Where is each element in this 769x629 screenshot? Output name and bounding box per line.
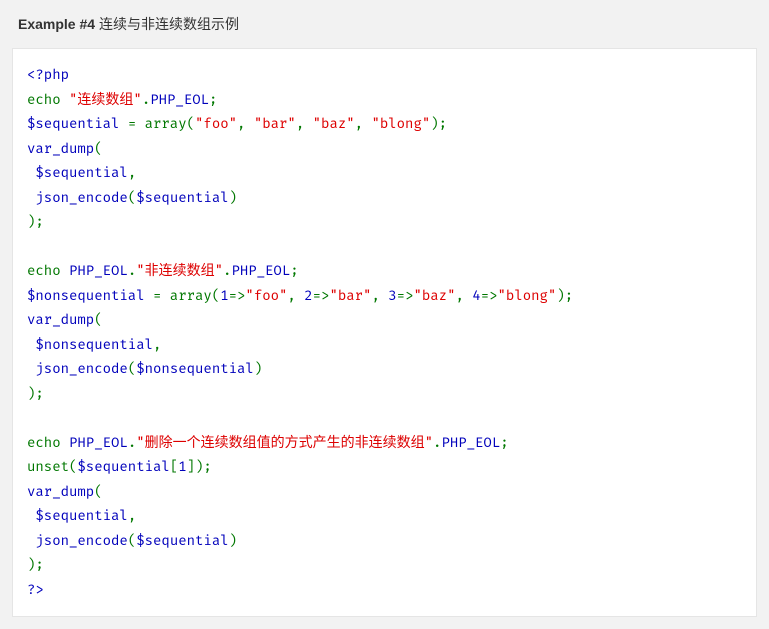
code-token: PHP_EOL: [441, 434, 500, 451]
code-token: .: [128, 262, 136, 279]
example-title: 连续与非连续数组示例: [99, 16, 239, 32]
code-token: var_dump: [27, 483, 94, 500]
code-token: (: [128, 532, 136, 549]
code-token: <?php: [27, 66, 69, 83]
code-token: PHP_EOL: [150, 91, 209, 108]
code-token: 1: [178, 458, 186, 475]
code-token: json_encode: [27, 532, 128, 549]
code-token: (: [128, 360, 136, 377]
code-token: .: [128, 434, 136, 451]
code-token: ,: [355, 115, 372, 132]
code-token: var_dump: [27, 311, 94, 328]
code-token: (: [94, 483, 102, 500]
code-token: $sequential: [27, 115, 128, 132]
code-token: "baz": [413, 287, 455, 304]
code-token: ,: [237, 115, 254, 132]
code-token: "bar": [254, 115, 296, 132]
code-token: var_dump: [27, 140, 94, 157]
code-token: $sequential: [27, 507, 128, 524]
code-token: ]);: [187, 458, 212, 475]
code-token: ;: [290, 262, 298, 279]
code-token: ): [254, 360, 262, 377]
code-token: "删除一个连续数组值的方式产生的非连续数组": [136, 434, 433, 451]
code-token: PHP_EOL: [69, 434, 128, 451]
code-token: ,: [455, 287, 472, 304]
code-token: );: [27, 556, 44, 573]
code-token: ;: [500, 434, 508, 451]
code-token: $sequential: [136, 532, 228, 549]
code-token: $sequential: [77, 458, 169, 475]
example-label: Example #4: [18, 16, 95, 32]
code-token: =>: [313, 287, 330, 304]
code-token: $sequential: [136, 189, 228, 206]
code-token: 1: [220, 287, 228, 304]
code-token: ?>: [27, 581, 44, 598]
code-token: 2: [304, 287, 312, 304]
code-token: $nonsequential: [27, 336, 153, 353]
code-token: .: [142, 91, 150, 108]
code-token: "bar": [329, 287, 371, 304]
code-token: $nonsequential: [136, 360, 254, 377]
code-token: "连续数组": [69, 91, 142, 108]
code-token: );: [27, 385, 44, 402]
code-token: $sequential: [27, 164, 128, 181]
code-token: (: [94, 311, 102, 328]
code-token: ,: [371, 287, 388, 304]
code-token: echo: [27, 434, 69, 451]
code-token: unset(: [27, 458, 77, 475]
code-token: echo: [27, 91, 69, 108]
code-block: <?php echo "连续数组".PHP_EOL; $sequential =…: [12, 48, 757, 617]
code-token: 3: [388, 287, 396, 304]
code-token: );: [430, 115, 447, 132]
code-token: ,: [128, 164, 136, 181]
php-code: <?php echo "连续数组".PHP_EOL; $sequential =…: [27, 63, 742, 602]
code-token: ,: [296, 115, 313, 132]
code-token: );: [27, 213, 44, 230]
code-token: echo: [27, 262, 69, 279]
code-token: $nonsequential: [27, 287, 153, 304]
code-token: );: [556, 287, 573, 304]
code-token: (: [94, 140, 102, 157]
code-token: =>: [229, 287, 246, 304]
code-token: ): [229, 532, 237, 549]
code-token: (: [128, 189, 136, 206]
code-token: "foo": [245, 287, 287, 304]
code-token: [: [170, 458, 178, 475]
example-header: Example #4 连续与非连续数组示例: [0, 0, 769, 48]
code-token: json_encode: [27, 360, 128, 377]
code-token: =>: [481, 287, 498, 304]
code-token: json_encode: [27, 189, 128, 206]
code-token: "baz": [313, 115, 355, 132]
code-token: ,: [153, 336, 161, 353]
code-token: PHP_EOL: [69, 262, 128, 279]
example-title-text: 连续与非连续数组示例: [99, 16, 239, 32]
code-token: "blong": [371, 115, 430, 132]
code-token: "blong": [498, 287, 557, 304]
code-token: = array(: [153, 287, 220, 304]
code-token: ;: [209, 91, 217, 108]
code-token: "非连续数组": [136, 262, 223, 279]
code-token: ): [229, 189, 237, 206]
code-token: ,: [128, 507, 136, 524]
code-token: = array(: [128, 115, 195, 132]
code-token: "foo": [195, 115, 237, 132]
code-token: PHP_EOL: [231, 262, 290, 279]
code-token: 4: [472, 287, 480, 304]
code-token: ,: [287, 287, 304, 304]
code-token: =>: [397, 287, 414, 304]
